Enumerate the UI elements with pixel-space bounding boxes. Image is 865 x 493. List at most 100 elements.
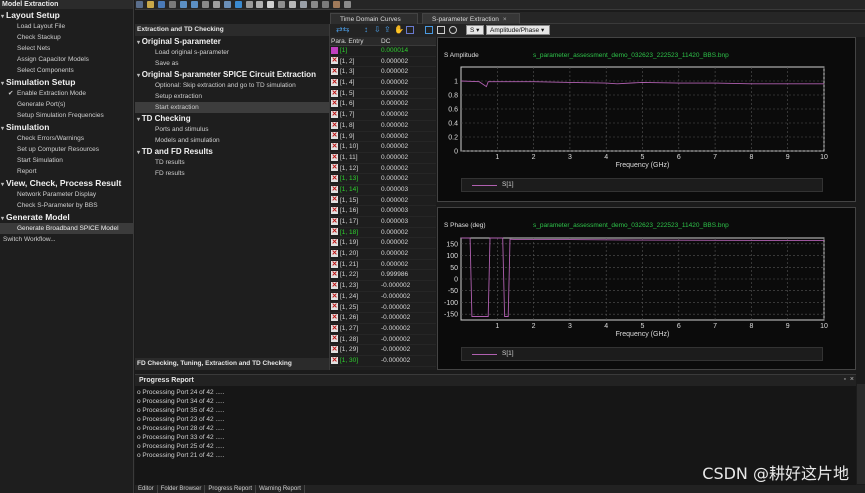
sync-icon[interactable] [278,1,286,8]
tab-time-domain-curves[interactable]: Time Domain Curves [330,13,418,24]
table-row[interactable]: ✕ [1, 13] 0.000002 [330,174,436,185]
progress-scrollbar[interactable] [857,384,865,484]
step-select-components[interactable]: Select Components [0,65,133,76]
table-row[interactable]: ✕ [1, 23] -0.000002 [330,281,436,292]
table-row[interactable]: ✕ [1, 21] 0.000002 [330,260,436,271]
tab-s-parameter-extraction[interactable]: S-parameter Extraction × [422,13,520,24]
step-check-errors-warnings[interactable]: Check Errors/Warnings [0,133,133,144]
item-start-extraction[interactable]: Start extraction [135,102,329,113]
table-row[interactable]: ✕ [1, 24] -0.000002 [330,292,436,303]
item-fd-results[interactable]: FD results [135,168,329,179]
step-check-stackup[interactable]: Check Stackup [0,32,133,43]
float-panel-icon[interactable]: ▫ [844,376,846,383]
switch-workflow-link[interactable]: Switch Workflow... [0,234,133,245]
section-layout-setup[interactable]: ▾ Layout Setup [0,9,133,21]
table-row[interactable]: ✕ [1, 10] 0.000002 [330,142,436,153]
item-models-and-simulation[interactable]: Models and simulation [135,135,329,146]
phase-plot[interactable]: S Phase (deg) s_parameter_assessment_dem… [437,207,856,370]
pause-icon[interactable] [223,1,231,8]
tool-icon[interactable] [300,1,308,8]
step-enable-extraction-mode[interactable]: ✔ Enable Extraction Mode [0,88,133,99]
refresh-icon[interactable] [212,1,220,8]
item-save-as[interactable]: Save as [135,58,329,69]
step-network-parameter-display[interactable]: Network Parameter Display [0,189,133,200]
column-dc[interactable]: DC [378,37,432,46]
item-td-results[interactable]: TD results [135,157,329,168]
table-row[interactable]: ✕ [1, 19] 0.000002 [330,238,436,250]
item-skip-extraction[interactable]: Optional: Skip extraction and go to TD s… [135,80,329,91]
step-setup-simulation-frequencies[interactable]: Setup Simulation Frequencies [0,110,133,121]
item-ports-and-stimulus[interactable]: Ports and stimulus [135,124,329,135]
fit-icon[interactable] [437,26,445,34]
section-spice-circuit-extraction[interactable]: ▾ Original S-parameter SPICE Circuit Ext… [135,69,329,80]
tab-editor[interactable]: Editor [135,485,158,493]
amplitude-plot[interactable]: S Amplitude s_parameter_assessment_demo_… [437,37,856,202]
grid-icon[interactable] [179,1,187,8]
table-row[interactable]: ✕ [1, 27] -0.000002 [330,324,436,335]
table-row[interactable]: ✕ [1, 30] -0.000002 [330,356,436,367]
table-row[interactable]: ✕ [1, 29] -0.000002 [330,345,436,356]
table-row[interactable]: ✕ [1, 5] 0.000002 [330,89,436,100]
table-row[interactable]: ✕ [1, 7] 0.000002 [330,110,436,121]
table-row[interactable]: ✕ [1, 20] 0.000002 [330,249,436,260]
table-row[interactable]: ✕ [1, 25] -0.000002 [330,303,436,314]
pause-2-icon[interactable] [256,1,264,8]
chart-icon[interactable] [322,1,330,8]
table-row[interactable]: ✕ [1, 17] 0.000003 [330,217,436,228]
stop-2-icon[interactable] [267,1,275,8]
stack-icon[interactable] [201,1,209,8]
table-row[interactable]: ✕ [1, 28] -0.000002 [330,335,436,346]
section-view-check-process-result[interactable]: ▾ View, Check, Process Result [0,177,133,189]
step-load-layout-file[interactable]: Load Layout File [0,21,133,32]
tab-progress-report[interactable]: Progress Report [205,485,257,493]
stop-icon[interactable] [245,1,253,8]
pan-hand-icon[interactable]: ✋ [394,25,404,34]
section-generate-model[interactable]: ▾ Generate Model [0,211,133,223]
layers-icon[interactable] [168,1,176,8]
close-tab-icon[interactable]: × [503,16,507,23]
section-original-s-parameter[interactable]: ▾ Original S-parameter [135,36,329,47]
parameter-select[interactable]: S ▾ [466,25,484,35]
section-td-checking[interactable]: ▾ TD Checking [135,113,329,124]
table-row[interactable]: ✕ [1, 3] 0.000002 [330,67,436,79]
save-icon[interactable] [157,1,165,8]
settings-icon[interactable] [311,1,319,8]
section-simulation[interactable]: ▾ Simulation [0,121,133,133]
table-row[interactable]: ✕ [1, 16] 0.000003 [330,206,436,217]
step-assign-capacitor-models[interactable]: Assign Capacitor Models [0,54,133,65]
table-row[interactable]: ✕ [1] 0.000014 [330,46,436,57]
step-select-nets[interactable]: Select Nets [0,43,133,54]
play-icon[interactable] [234,1,242,8]
zoom-box-icon[interactable] [406,26,414,34]
table-row[interactable]: ✕ [1, 14] 0.000003 [330,185,436,196]
step-check-s-parameter-by-bbs[interactable]: Check S-Parameter by BBS [0,200,133,211]
section-td-fd-results[interactable]: ▾ TD and FD Results [135,146,329,157]
table-row[interactable]: ✕ [1, 11] 0.000002 [330,153,436,164]
table-row[interactable]: ✕ [1, 12] 0.000002 [330,164,436,175]
sort-icon[interactable]: ⇩ [374,25,381,34]
table-row[interactable]: ✕ [1, 6] 0.000002 [330,99,436,111]
item-load-original-s-parameter[interactable]: Load original s-parameter [135,47,329,58]
table-row[interactable]: ✕ [1, 8] 0.000002 [330,121,436,132]
help-icon[interactable] [344,1,352,8]
new-file-icon[interactable] [136,1,143,8]
view-mode-select[interactable]: Amplitude/Phase ▾ [486,25,550,35]
palette-icon[interactable] [333,1,341,8]
table-row[interactable]: ✕ [1, 15] 0.000002 [330,196,436,207]
open-folder-icon[interactable] [146,1,154,8]
table-row[interactable]: ✕ [1, 22] 0.999986 [330,270,436,282]
close-panel-icon[interactable]: × [850,376,854,383]
arrows-icon[interactable]: ⇄⇆ [336,25,349,34]
step-generate-ports[interactable]: Generate Port(s) [0,99,133,110]
step-start-simulation[interactable]: Start Simulation [0,155,133,166]
table-row[interactable]: ✕ [1, 18] 0.000002 [330,228,436,239]
select-box-icon[interactable] [425,26,433,34]
step-generate-broadband-spice-model[interactable]: Generate Broadband SPICE Model [0,223,133,234]
align-icon[interactable]: ↕ [364,25,368,34]
tab-folder-browser[interactable]: Folder Browser [158,485,206,493]
export-icon[interactable]: ⇪ [384,25,391,34]
step-set-up-computer-resources[interactable]: Set up Computer Resources [0,144,133,155]
table-row[interactable]: ✕ [1, 4] 0.000002 [330,78,436,89]
table-icon[interactable] [190,1,198,8]
step-report[interactable]: Report [0,166,133,177]
